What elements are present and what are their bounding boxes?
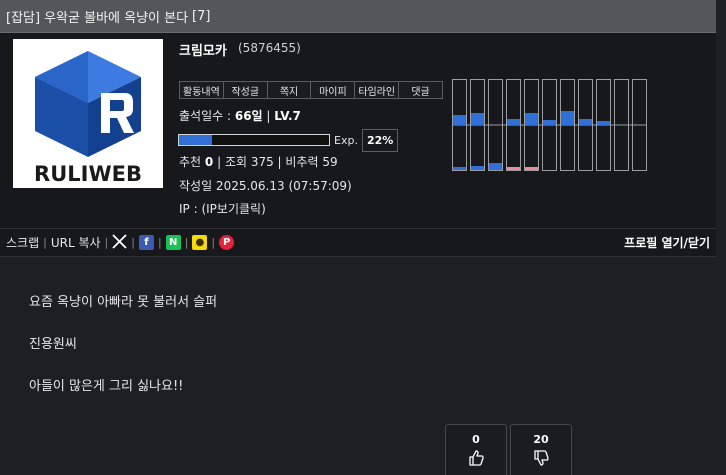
profile-panel: RULIWEB 크림모카 (5876455) 활동내역 작성글 쪽지 마이피 타… [0, 33, 716, 229]
upvote-count: 0 [472, 433, 480, 446]
body-line: 요즘 옥냥이 아빠라 못 불러서 슬퍼 [29, 295, 218, 310]
nickname[interactable]: 크림모카 [179, 40, 227, 59]
downvote-count: 20 [533, 433, 549, 446]
separator: | [157, 236, 162, 249]
menu-comments[interactable]: 댓글 [399, 82, 442, 98]
body-line: 아들이 많은게 그리 싫나요!! [29, 379, 184, 394]
thumbs-down-icon [534, 450, 549, 466]
x-icon[interactable] [112, 233, 127, 252]
user-id: (5876455) [238, 41, 301, 55]
menu-message[interactable]: 쪽지 [268, 82, 312, 98]
post-date: 작성일 2025.06.13 (07:57:09) [179, 179, 352, 193]
share-bar: 스크랩 | URL 복사 | | f | N | ● | P 프로필 열기/닫기 [0, 229, 716, 257]
activity-graph [452, 79, 647, 171]
page: [잡담] 우왁굳 볼바에 옥냥이 본다 [7] RULIWEB 크림모카 (58… [0, 0, 726, 475]
url-copy-button[interactable]: URL 복사 [51, 234, 101, 251]
thumbs-up-icon [469, 450, 484, 466]
exp-row: Exp. 22% [178, 128, 399, 152]
title-bar: [잡담] 우왁굳 볼바에 옥냥이 본다 [7] [0, 0, 716, 33]
exp-bar-fill [179, 135, 212, 145]
attendance-days: 66일 [234, 109, 263, 123]
profile-toggle-button[interactable]: 프로필 열기/닫기 [624, 234, 710, 251]
exp-label: Exp. [334, 133, 358, 147]
separator: | [131, 236, 135, 249]
attendance: 출석일수 : 66일 | LV.7 [179, 107, 301, 124]
separator: | [43, 236, 47, 249]
menu-activity[interactable]: 활동내역 [180, 82, 224, 98]
recommend-label: 추천 [179, 155, 205, 169]
exp-percent: 22% [361, 128, 399, 152]
post-category: [잡담] [6, 10, 41, 26]
kakao-icon[interactable]: ● [192, 235, 208, 250]
naver-icon[interactable]: N [165, 235, 181, 250]
post-title: 우왁굳 볼바에 옥냥이 본다 [44, 10, 189, 26]
separator: | [104, 236, 109, 249]
views-stats: | 조회 375 | 비추력 59 [213, 155, 338, 169]
body-line: 진용원씨 [29, 337, 77, 352]
scrap-button[interactable]: 스크랩 [6, 234, 39, 251]
recommend-count: 0 [204, 155, 214, 169]
ip-link[interactable]: IP : (IP보기클릭) [179, 200, 266, 217]
attendance-label: 출석일수 : [179, 109, 235, 123]
upvote-button[interactable]: 0 [445, 424, 507, 475]
avatar[interactable]: RULIWEB [13, 39, 163, 188]
facebook-icon[interactable]: f [138, 235, 154, 250]
menu-mypi[interactable]: 마이피 [311, 82, 356, 98]
menu-posts[interactable]: 작성글 [224, 82, 268, 98]
level-separator: | [262, 109, 275, 123]
separator: | [211, 236, 216, 249]
user-level: LV.7 [274, 109, 301, 123]
profile-menu: 활동내역 작성글 쪽지 마이피 타임라인 댓글 [179, 81, 443, 99]
comment-count[interactable]: [7] [192, 9, 210, 24]
ruliweb-logo: RULIWEB [34, 51, 142, 186]
post-stats: 추천 0 | 조회 375 | 비추력 59 [179, 153, 338, 170]
separator: | [184, 236, 189, 249]
pinterest-icon[interactable]: P [219, 235, 235, 250]
downvote-button[interactable]: 20 [510, 424, 572, 475]
logo-text: RULIWEB [34, 162, 142, 186]
exp-bar [178, 134, 330, 146]
menu-timeline[interactable]: 타임라인 [355, 82, 400, 98]
